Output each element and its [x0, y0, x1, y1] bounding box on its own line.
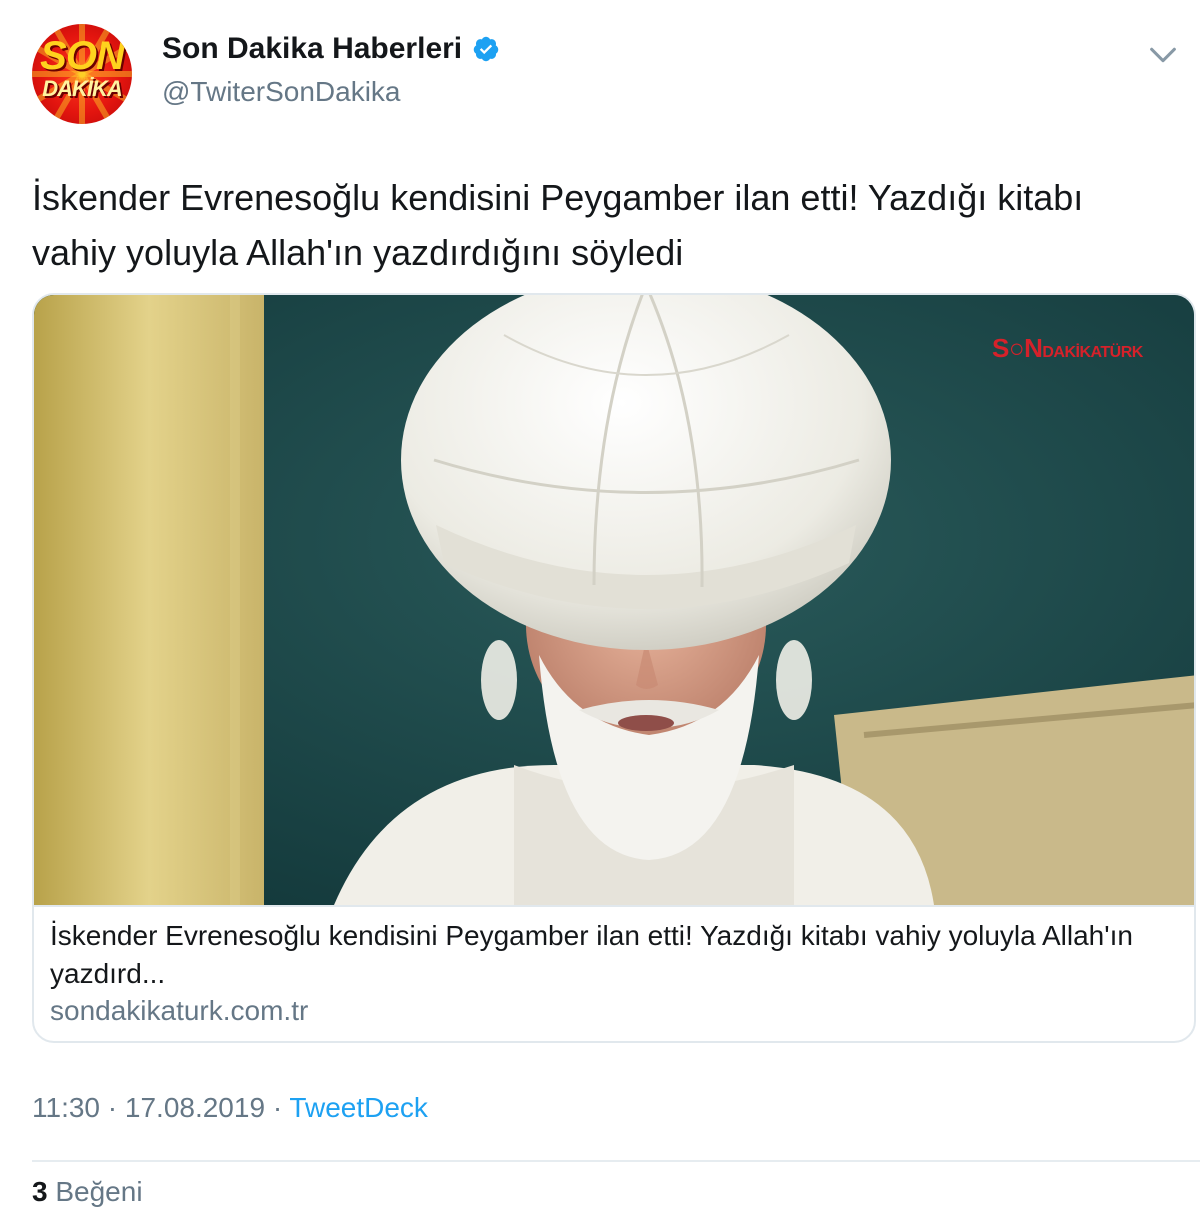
avatar[interactable]: SON DAKİKA: [32, 24, 132, 124]
avatar-logo-line1: SON: [40, 34, 125, 78]
meta-separator: ·: [272, 1092, 283, 1123]
tweet-text: İskender Evrenesoğlu kendisini Peygamber…: [32, 177, 1084, 273]
card-image[interactable]: S○NDAKİKATÜRK: [34, 295, 1194, 905]
card-title[interactable]: İskender Evrenesoğlu kendisini Peygamber…: [50, 917, 1170, 993]
user-handle[interactable]: @TwiterSonDakika: [162, 76, 401, 108]
portrait-illustration: [34, 295, 1194, 905]
card-watermark-logo: S○NDAKİKATÜRK: [992, 333, 1143, 363]
tweet-metadata: 11:30 · 17.08.2019 · TweetDeck: [32, 1092, 428, 1124]
tweet-date[interactable]: 17.08.2019: [125, 1092, 265, 1123]
chevron-down-icon[interactable]: [1146, 38, 1180, 72]
tweet-time[interactable]: 11:30: [32, 1092, 100, 1123]
link-card[interactable]: S○NDAKİKATÜRK İskender Evrenesoğlu kendi…: [32, 293, 1196, 1043]
card-domain: sondakikaturk.com.tr: [50, 995, 309, 1026]
name-row: Son Dakika Haberleri: [162, 32, 500, 66]
likes-stat[interactable]: 3 Beğeni: [32, 1176, 143, 1208]
avatar-logo-line2: DAKİKA: [42, 76, 123, 101]
likes-count: 3: [32, 1176, 48, 1207]
verified-badge-icon: [473, 36, 499, 62]
likes-label: Beğeni: [55, 1176, 143, 1207]
meta-separator: ·: [107, 1092, 118, 1123]
card-info[interactable]: İskender Evrenesoğlu kendisini Peygamber…: [34, 905, 1194, 1041]
tweet-source-link[interactable]: TweetDeck: [289, 1092, 428, 1123]
divider: [32, 1160, 1200, 1162]
display-name[interactable]: Son Dakika Haberleri: [162, 32, 462, 66]
tweet-header: SON DAKİKA Son Dakika Haberleri @TwiterS…: [32, 24, 1182, 124]
